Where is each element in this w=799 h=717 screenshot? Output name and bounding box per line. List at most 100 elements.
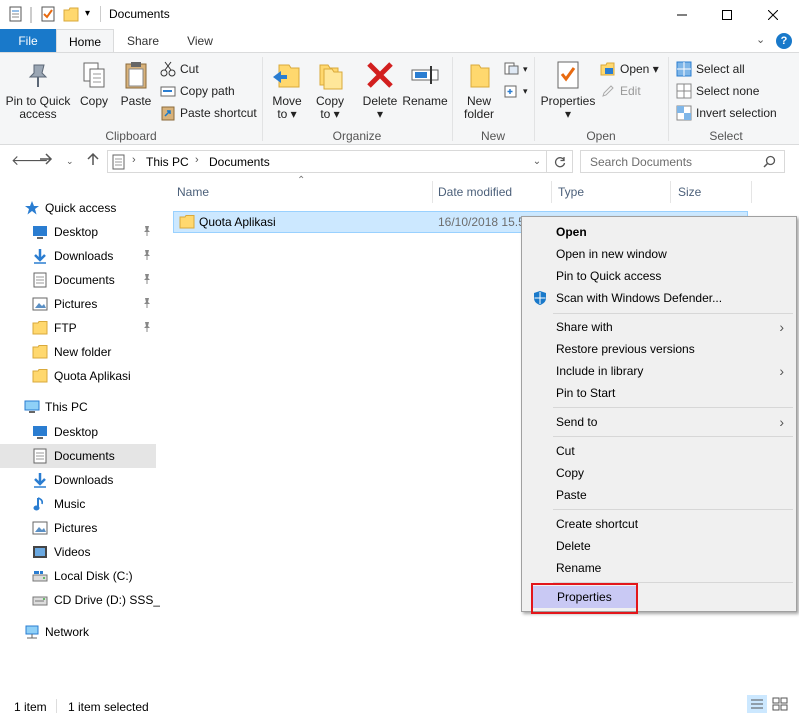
pin-to-quick-access-button[interactable]: Pin to Quick access [4, 57, 72, 121]
nav-this-pc[interactable]: This PC [0, 395, 156, 419]
rename-button[interactable]: Rename [402, 57, 448, 108]
pinned-icon[interactable] [142, 249, 152, 264]
column-header-type[interactable]: Type [558, 185, 584, 199]
menu-item-rename[interactable]: Rename [524, 557, 794, 579]
column-header-name[interactable]: Name [177, 185, 209, 199]
column-separator[interactable] [751, 181, 752, 203]
collapse-ribbon-icon[interactable]: ⌄ [756, 33, 765, 46]
breadcrumb-chevron-icon[interactable]: › [195, 154, 199, 166]
pinned-icon[interactable] [142, 273, 152, 288]
search-input[interactable] [581, 151, 761, 172]
up-arrow-icon[interactable] [86, 152, 100, 169]
menu-item-create-shortcut[interactable]: Create shortcut [524, 513, 794, 535]
new-item-button[interactable]: ▾ [503, 59, 528, 79]
menu-item-restore-versions[interactable]: Restore previous versions [524, 338, 794, 360]
nav-quick-access[interactable]: Quick access [0, 196, 156, 220]
column-header-date-modified[interactable]: Date modified [438, 185, 512, 199]
menu-item-delete[interactable]: Delete [524, 535, 794, 557]
nav-pc-item[interactable]: Local Disk (C:) [0, 564, 156, 588]
tab-share[interactable]: Share [114, 29, 172, 53]
invert-selection-icon [676, 105, 692, 121]
nav-pc-item[interactable]: Music [0, 492, 156, 516]
nav-quick-item[interactable]: Desktop [0, 220, 156, 244]
large-icons-view-button[interactable] [770, 695, 790, 713]
quick-access-dropdown-icon[interactable]: ▾ [85, 8, 101, 26]
select-none-button[interactable]: Select none [676, 81, 759, 101]
edit-button[interactable]: Edit [600, 81, 641, 101]
address-dropdown-icon[interactable]: ⌄ [527, 150, 547, 173]
properties-quick-icon[interactable] [8, 5, 24, 23]
nav-quick-item[interactable]: Quota Aplikasi [0, 364, 156, 388]
nav-pc-item[interactable]: CD Drive (D:) SSS_X6 [0, 588, 160, 612]
nav-quick-item[interactable]: New folder [0, 340, 156, 364]
invert-selection-button[interactable]: Invert selection [676, 103, 777, 123]
forward-arrow-icon[interactable] [39, 152, 53, 169]
copy-button[interactable]: Copy [75, 57, 113, 108]
menu-item-send-to[interactable]: Send to › [524, 411, 794, 433]
context-menu: Open Open in new window Pin to Quick acc… [521, 216, 797, 614]
menu-item-cut[interactable]: Cut [524, 440, 794, 462]
breadcrumb-chevron-icon[interactable]: › [132, 154, 136, 166]
help-icon[interactable]: ? [776, 33, 792, 49]
menu-item-copy[interactable]: Copy [524, 462, 794, 484]
nav-network[interactable]: Network [0, 620, 156, 644]
maximize-button[interactable] [704, 0, 750, 29]
cut-button[interactable]: Cut [160, 59, 199, 79]
nav-pc-item[interactable]: Videos [0, 540, 156, 564]
new-folder-button[interactable]: New folder [458, 57, 500, 121]
open-label: Open ▾ [620, 62, 659, 76]
easy-access-button[interactable]: ▾ [503, 81, 528, 101]
pin-icon [22, 59, 54, 91]
column-separator[interactable] [670, 181, 671, 203]
menu-item-open[interactable]: Open [524, 221, 794, 243]
minimize-button[interactable] [659, 0, 705, 29]
menu-item-pin-quick-access[interactable]: Pin to Quick access [524, 265, 794, 287]
column-header-size[interactable]: Size [678, 185, 701, 199]
copy-path-button[interactable]: Copy path [160, 81, 235, 101]
edit-pencil-icon [600, 83, 616, 99]
recent-locations-icon[interactable]: ⌄ [66, 156, 74, 167]
menu-item-scan-defender[interactable]: Scan with Windows Defender... [524, 287, 794, 309]
pinned-icon[interactable] [142, 225, 152, 240]
new-folder-quick-icon[interactable] [63, 5, 79, 23]
search-icon[interactable] [763, 155, 776, 171]
nav-pc-item[interactable]: Documents [0, 444, 156, 468]
nav-quick-item[interactable]: Downloads [0, 244, 156, 268]
breadcrumb-documents[interactable]: Documents [209, 155, 270, 169]
menu-item-share-with[interactable]: Share with › [524, 316, 794, 338]
nav-quick-item[interactable]: Pictures [0, 292, 156, 316]
nav-pc-item[interactable]: Downloads [0, 468, 156, 492]
column-separator[interactable] [432, 181, 433, 203]
move-to-button[interactable]: Move to ▾ [267, 57, 307, 121]
file-date-modified: 16/10/2018 15.5 [438, 215, 525, 229]
close-button[interactable] [750, 0, 796, 29]
tab-home[interactable]: Home [56, 29, 114, 53]
select-all-button[interactable]: Select all [676, 59, 745, 79]
properties-ribbon-button[interactable]: Properties ▾ [540, 57, 596, 121]
menu-item-open-new-window[interactable]: Open in new window [524, 243, 794, 265]
nav-pc-item[interactable]: Pictures [0, 516, 156, 540]
checkmark-doc-icon[interactable] [40, 5, 56, 23]
search-box[interactable] [580, 150, 785, 173]
refresh-button[interactable] [547, 150, 573, 173]
nav-quick-item[interactable]: Documents [0, 268, 156, 292]
nav-pc-item[interactable]: Desktop [0, 420, 156, 444]
copy-to-button[interactable]: Copy to ▾ [310, 57, 350, 121]
address-bar[interactable]: › This PC › Documents [107, 150, 547, 173]
nav-quick-item[interactable]: FTP [0, 316, 156, 340]
details-view-button[interactable] [747, 695, 767, 713]
paste-shortcut-button[interactable]: Paste shortcut [160, 103, 257, 123]
menu-item-pin-start[interactable]: Pin to Start [524, 382, 794, 404]
menu-item-paste[interactable]: Paste [524, 484, 794, 506]
paste-button[interactable]: Paste [116, 57, 156, 108]
invert-selection-label: Invert selection [696, 106, 777, 120]
breadcrumb-this-pc[interactable]: This PC [146, 155, 189, 169]
tab-file[interactable]: File [0, 29, 56, 53]
column-separator[interactable] [551, 181, 552, 203]
pinned-icon[interactable] [142, 321, 152, 336]
open-button[interactable]: Open ▾ [600, 59, 659, 79]
pinned-icon[interactable] [142, 297, 152, 312]
delete-button[interactable]: Delete ▾ [358, 57, 402, 121]
menu-item-include-library[interactable]: Include in library › [524, 360, 794, 382]
tab-view[interactable]: View [172, 29, 228, 53]
